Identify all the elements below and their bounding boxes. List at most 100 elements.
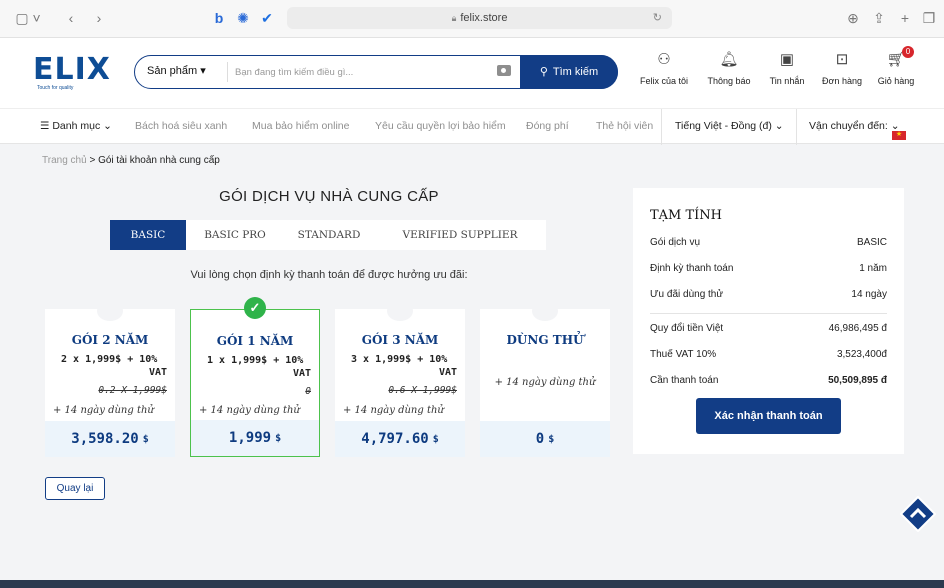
plan-tabs: BASIC BASIC PRO STANDARD VERIFIED SUPPLI… [110, 220, 546, 250]
card-notch [97, 301, 123, 321]
summary-row: Gói dịch vụ BASIC [650, 237, 887, 248]
plan-trial: + 14 ngày dùng thử [199, 405, 300, 416]
scroll-to-top-icon[interactable] [900, 496, 936, 532]
search-icon: ⚲ [539, 66, 548, 78]
extension-icon[interactable]: ✺ [236, 8, 250, 28]
sidebar-toggle-icon[interactable]: ▢ ˅ [14, 8, 42, 28]
shipping-select[interactable]: Vận chuyển đến: ⌄ [809, 120, 906, 140]
reload-icon[interactable]: ↻ [653, 11, 662, 24]
selected-check-icon: ✓ [244, 297, 266, 319]
plan-price: 3,598.20 $ [45, 421, 175, 457]
search-divider [227, 62, 228, 82]
address-bar[interactable]: 🔒︎ felix.store ↻ [287, 7, 672, 29]
orders-label: Đơn hàng [822, 76, 862, 86]
brand-logo[interactable]: ELIX Touch for quality [33, 52, 110, 91]
verified-extension-icon[interactable]: ✔ [260, 8, 274, 28]
plan-name: GÓI 3 NĂM [361, 333, 439, 347]
nav-link-membership[interactable]: Thẻ hội viên [596, 120, 653, 132]
chat-icon: ▣ [779, 51, 795, 68]
chevron-down-icon: ⌄ [771, 120, 784, 132]
plan-old-price: 0.6 X 1,999$ [388, 385, 457, 396]
plan-price: 0 $ [480, 421, 610, 457]
bell-icon: 🔔︎ [719, 51, 739, 68]
cart-label: Giỏ hàng [877, 76, 915, 86]
category-nav: ☰ Danh mục ⌄ Bách hoá siêu xanh Mua bảo … [0, 108, 944, 145]
vietnam-flag-icon [891, 130, 906, 140]
plan-price: 4,797.60 $ [335, 421, 465, 457]
download-icon[interactable]: ⊕ [846, 8, 860, 28]
summary-row: Quy đổi tiền Việt 46,986,495 đ [650, 323, 887, 334]
nav-link-green-grocery[interactable]: Bách hoá siêu xanh [135, 120, 227, 132]
plan-card-2-years[interactable]: GÓI 2 NĂM 2 x 1,999$ + 10% VAT 0.2 X 1,99… [45, 301, 175, 457]
nav-link-insurance-online[interactable]: Mua bảo hiểm online [252, 120, 349, 132]
plan-trial: + 14 ngày dùng thử [494, 377, 596, 388]
menu-icon: ☰ [40, 120, 53, 132]
tab-basic[interactable]: BASIC [110, 220, 186, 250]
search-category-select[interactable]: Sản phẩm ▾ [147, 64, 206, 77]
share-icon[interactable]: ⇪ [872, 8, 886, 28]
summary-total-row: Cần thanh toán 50,509,895 đ [650, 375, 887, 386]
messages-label: Tin nhắn [769, 76, 805, 86]
breadcrumb-home[interactable]: Trang chủ [42, 155, 87, 166]
shipping-label: Vận chuyển đến: [809, 120, 888, 132]
browser-toolbar: ▢ ˅ ‹ › b ✺ ✔ 🔒︎ felix.store ↻ ⊕ ⇪ + ❐ [0, 0, 944, 38]
chevron-down-icon: ⌄ [100, 120, 112, 132]
plan-old-price: 0 [305, 386, 311, 397]
card-notch [532, 301, 558, 321]
plan-card-1-year[interactable]: ✓ GÓI 1 NĂM 1 x 1,999$ + 10% VAT 0 + 14 n… [190, 297, 320, 457]
breadcrumb-current: Gói tài khoản nhà cung cấp [98, 155, 220, 166]
brand-tagline: Touch for quality [37, 85, 74, 91]
user-icon: ⚇ [657, 51, 671, 68]
forward-arrow-icon[interactable]: › [92, 8, 106, 28]
back-button[interactable]: Quay lại [45, 477, 105, 500]
brand-name: ELIX [33, 52, 111, 87]
summary-row: Định kỳ thanh toán 1 năm [650, 263, 887, 274]
breadcrumb-separator: > [89, 155, 96, 166]
tab-standard[interactable]: STANDARD [284, 220, 374, 250]
plan-name: DÙNG THỬ [506, 333, 584, 347]
site-header: ELIX Touch for quality Sản phẩm ▾ ⚲ Tìm … [0, 38, 944, 108]
nav-link-fees[interactable]: Đóng phí [526, 120, 569, 132]
cart-link[interactable]: 🛒︎ 0 Giỏ hàng [874, 46, 918, 86]
plan-card-trial[interactable]: DÙNG THỬ + 14 ngày dùng thử 0 $ [480, 301, 610, 457]
account-link[interactable]: ⚇ Felix của tôi [637, 50, 691, 86]
search-button[interactable]: ⚲ Tìm kiếm [520, 54, 618, 89]
tab-basic-pro[interactable]: BASIC PRO [186, 220, 284, 250]
plan-old-price: 0.2 X 1,999$ [98, 385, 167, 396]
plan-trial: + 14 ngày dùng thử [343, 405, 444, 416]
summary-row: Ưu đãi dùng thử 14 ngày [650, 289, 887, 300]
category-menu-label: Danh mục [52, 120, 101, 132]
search-input[interactable] [235, 62, 475, 82]
search-button-label: Tìm kiếm [552, 65, 599, 78]
plan-formula: 1 x 1,999$ + 10% VAT [207, 355, 311, 379]
language-label: Tiếng Việt - Đồng (đ) [675, 120, 772, 132]
nav-link-insurance-claims[interactable]: Yêu cầu quyền lợi bảo hiểm [375, 120, 506, 132]
lock-icon: 🔒︎ [451, 12, 457, 23]
nav-divider [796, 109, 797, 145]
language-select[interactable]: Tiếng Việt - Đồng (đ) ⌄ [675, 120, 784, 132]
tabs-overview-icon[interactable]: ❐ [922, 8, 936, 28]
card-notch [387, 301, 413, 321]
plan-card-3-years[interactable]: GÓI 3 NĂM 3 x 1,999$ + 10% VAT 0.6 X 1,99… [335, 301, 465, 457]
nav-divider [661, 109, 662, 145]
confirm-payment-button[interactable]: Xác nhận thanh toán [696, 398, 841, 434]
plan-name: GÓI 2 NĂM [71, 333, 149, 347]
billing-period-hint: Vui lòng chọn định kỳ thanh toán để được… [190, 269, 468, 281]
bing-icon[interactable]: b [212, 8, 226, 28]
cart-count-badge: 0 [902, 46, 914, 58]
camera-icon[interactable] [497, 65, 511, 76]
plan-formula: 2 x 1,999$ + 10% VAT [61, 354, 167, 378]
tab-verified-supplier[interactable]: VERIFIED SUPPLIER [374, 220, 546, 250]
order-bag-icon: ⊡ [835, 51, 849, 68]
orders-link[interactable]: ⊡ Đơn hàng [818, 50, 866, 86]
new-tab-icon[interactable]: + [898, 8, 912, 28]
category-menu-button[interactable]: ☰ Danh mục ⌄ [40, 120, 112, 132]
messages-link[interactable]: ▣ Tin nhắn [764, 50, 810, 86]
url-text: felix.store [460, 12, 508, 24]
back-arrow-icon[interactable]: ‹ [64, 8, 78, 28]
notifications-link[interactable]: 🔔︎ Thông báo [703, 50, 755, 86]
account-label: Felix của tôi [639, 76, 689, 86]
notifications-label: Thông báo [707, 76, 751, 86]
summary-title: TẠM TÍNH [650, 208, 723, 223]
summary-row: Thuế VAT 10% 3,523,400đ [650, 349, 887, 360]
